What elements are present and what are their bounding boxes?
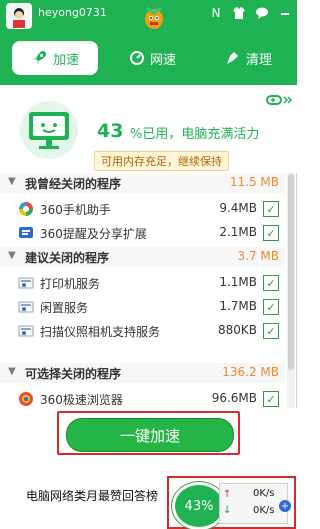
group-title: 建议关闭的程序 [25, 251, 110, 265]
memory-status: 43 %已用，电脑充满活力 可用内存充足，继续保持 [0, 85, 297, 173]
group-header-suggested[interactable]: ▼ 建议关闭的程序 3.7 MB [0, 247, 285, 267]
group-title: 我曾经关闭的程序 [25, 177, 122, 191]
group-size: 11.5 MB [229, 175, 279, 189]
download-arrow-icon: ↓ [223, 505, 232, 516]
program-name: 扫描仪照相机支持服务 [40, 325, 161, 339]
background-page-text[interactable]: 电脑网络类月最赞回答榜 [26, 487, 158, 504]
gamepad-icon[interactable] [266, 93, 294, 110]
phone-assistant-icon [18, 201, 34, 217]
list-item[interactable]: 扫描仪照相机支持服务 880KB ✓ [0, 319, 285, 343]
memory-percent: 43 [97, 120, 124, 142]
program-list: ▼ 我曾经关闭的程序 11.5 MB 360手机助手 9.4MB ✓ 360提醒… [0, 173, 285, 408]
program-size: 2.1MB [219, 225, 257, 239]
group-header-optional[interactable]: ▼ 可选择关闭的程序 136.2 MB [0, 363, 285, 383]
avatar[interactable] [6, 3, 32, 29]
program-size: 1.7MB [219, 299, 257, 313]
app-logo-icon [145, 6, 163, 29]
app-root: heyong0731 N 加速 网速 清理 43 %已用，电脑充满活力 可用内存… [0, 0, 301, 529]
service-icon [18, 323, 34, 339]
memory-tip: 可用内存充足，继续保持 [94, 151, 229, 171]
floating-speed-ball[interactable]: 43% [172, 482, 226, 529]
avatar-icon [7, 4, 31, 28]
tab-speedup-label: 加速 [52, 52, 79, 68]
service-icon [18, 275, 34, 291]
program-checkbox[interactable]: ✓ [263, 323, 279, 339]
collapse-caret-icon[interactable]: ▼ [8, 366, 16, 377]
add-widget-button[interactable]: + [279, 500, 291, 512]
rocket-icon [32, 51, 46, 64]
program-size: 9.4MB [219, 201, 257, 215]
tab-bar: 加速 网速 清理 [0, 41, 297, 75]
monitor-icon [20, 101, 78, 159]
list-item[interactable]: 闲置服务 1.7MB ✓ [0, 295, 285, 319]
group-title: 可选择关闭的程序 [25, 367, 122, 381]
minimize-icon[interactable] [277, 5, 293, 21]
program-checkbox[interactable]: ✓ [263, 201, 279, 217]
broom-icon [226, 52, 238, 64]
optimizer-panel: heyong0731 N 加速 网速 清理 43 %已用，电脑充满活力 可用内存… [0, 0, 297, 467]
program-name: 打印机服务 [40, 277, 101, 291]
tab-cleanup-label: 清理 [245, 52, 272, 68]
group-size: 3.7 MB [237, 249, 279, 263]
program-size: 1.1MB [219, 275, 257, 289]
program-checkbox[interactable]: ✓ [263, 299, 279, 315]
group-header-closed-before[interactable]: ▼ 我曾经关闭的程序 11.5 MB [0, 173, 285, 193]
list-item[interactable]: 360手机助手 9.4MB ✓ [0, 197, 285, 221]
program-checkbox[interactable]: ✓ [263, 225, 279, 241]
tab-netspeed-label: 网速 [149, 52, 176, 68]
list-item[interactable]: 360极速浏览器 96.6MB ✓ [0, 387, 285, 408]
one-click-speedup-button[interactable]: 一键加速 [66, 418, 234, 452]
tab-netspeed[interactable]: 网速 [118, 41, 188, 75]
n-icon[interactable]: N [208, 5, 224, 21]
collapse-caret-icon[interactable]: ▼ [8, 250, 16, 261]
program-name: 360提醒及分享扩展 [40, 227, 147, 241]
tab-speedup[interactable]: 加速 [12, 41, 98, 75]
list-item[interactable]: 360提醒及分享扩展 2.1MB ✓ [0, 221, 285, 245]
service-icon [18, 299, 34, 315]
header-bar: heyong0731 N 加速 网速 清理 [0, 0, 297, 85]
program-checkbox[interactable]: ✓ [263, 275, 279, 291]
download-speed: 0K/s [253, 505, 275, 516]
memory-status-text: %已用，电脑充满活力 [130, 127, 260, 142]
window-controls: N [208, 5, 293, 21]
program-name: 闲置服务 [40, 301, 89, 315]
scrollbar-thumb[interactable] [288, 174, 294, 370]
program-checkbox[interactable]: ✓ [263, 391, 279, 407]
upload-arrow-icon: ↑ [223, 489, 232, 500]
upload-speed: 0K/s [253, 488, 275, 499]
collapse-caret-icon[interactable]: ▼ [8, 176, 16, 187]
program-size: 96.6MB [211, 391, 257, 405]
shirt-icon[interactable] [231, 5, 247, 21]
username[interactable]: heyong0731 [38, 6, 107, 19]
tab-cleanup[interactable]: 清理 [214, 41, 284, 75]
speedometer-icon [129, 51, 144, 65]
browser-icon [18, 391, 34, 407]
chat-icon[interactable] [254, 5, 270, 21]
reminder-icon [18, 225, 34, 241]
list-item[interactable]: 打印机服务 1.1MB ✓ [0, 271, 285, 295]
bottom-action-area: 一键加速 [0, 408, 297, 467]
program-name: 360手机助手 [40, 203, 111, 217]
program-size: 880KB [217, 323, 257, 337]
group-size: 136.2 MB [222, 365, 279, 379]
program-name: 360极速浏览器 [40, 393, 123, 407]
